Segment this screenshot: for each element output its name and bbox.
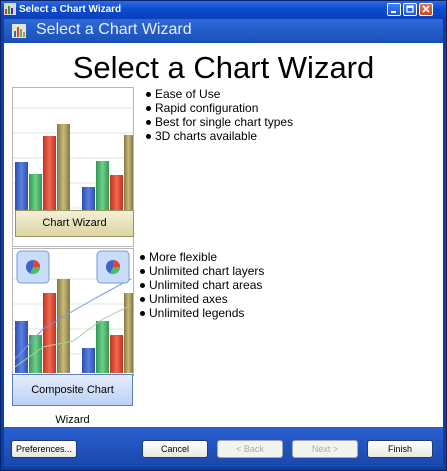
wizard-window: Select a Chart Wizard Select a Chart Wiz… (0, 0, 447, 471)
cancel-button[interactable]: Cancel (142, 440, 208, 458)
maximize-icon (406, 5, 414, 13)
chart-wizard-features: Ease of Use Rapid configuration Best for… (144, 87, 293, 143)
finish-button[interactable]: Finish (367, 440, 433, 458)
list-item: Unlimited legends (138, 306, 264, 320)
header-title: Select a Chart Wizard (36, 21, 192, 38)
minimize-button[interactable] (387, 3, 401, 16)
chart-icon (12, 24, 26, 38)
chart-wizard-button[interactable]: Chart Wizard (15, 210, 134, 237)
list-item: More flexible (138, 250, 264, 264)
list-item: Unlimited chart areas (138, 278, 264, 292)
next-button[interactable]: Next > (292, 440, 358, 458)
title-bar[interactable]: Select a Chart Wizard (1, 1, 446, 19)
composite-chart-illustration (13, 250, 133, 373)
list-item: Ease of Use (144, 87, 293, 101)
list-item: 3D charts available (144, 129, 293, 143)
composite-wizard-preview[interactable] (12, 248, 134, 376)
close-button[interactable] (419, 3, 433, 16)
list-item: Best for single chart types (144, 115, 293, 129)
wizard-header: Select a Chart Wizard (4, 19, 443, 43)
page-title: Select a Chart Wizard (72, 50, 375, 85)
preferences-button[interactable]: Preferences... (11, 440, 77, 458)
composite-chart-wizard-button[interactable]: Composite Chart Wizard (12, 374, 133, 426)
close-icon (422, 5, 430, 13)
minimize-icon (391, 11, 396, 13)
list-item: Unlimited axes (138, 292, 264, 306)
back-button[interactable]: < Back (217, 440, 283, 458)
app-icon (4, 3, 16, 15)
composite-wizard-features: More flexible Unlimited chart layers Unl… (138, 250, 264, 320)
wizard-footer: Preferences... Cancel < Back Next > Fini… (4, 427, 443, 467)
maximize-button[interactable] (403, 3, 417, 16)
list-item: Unlimited chart layers (138, 264, 264, 278)
content-area: Select a Chart Wizard Chart Wizard Ease … (4, 43, 443, 427)
list-item: Rapid configuration (144, 101, 293, 115)
window-title: Select a Chart Wizard (19, 4, 122, 15)
